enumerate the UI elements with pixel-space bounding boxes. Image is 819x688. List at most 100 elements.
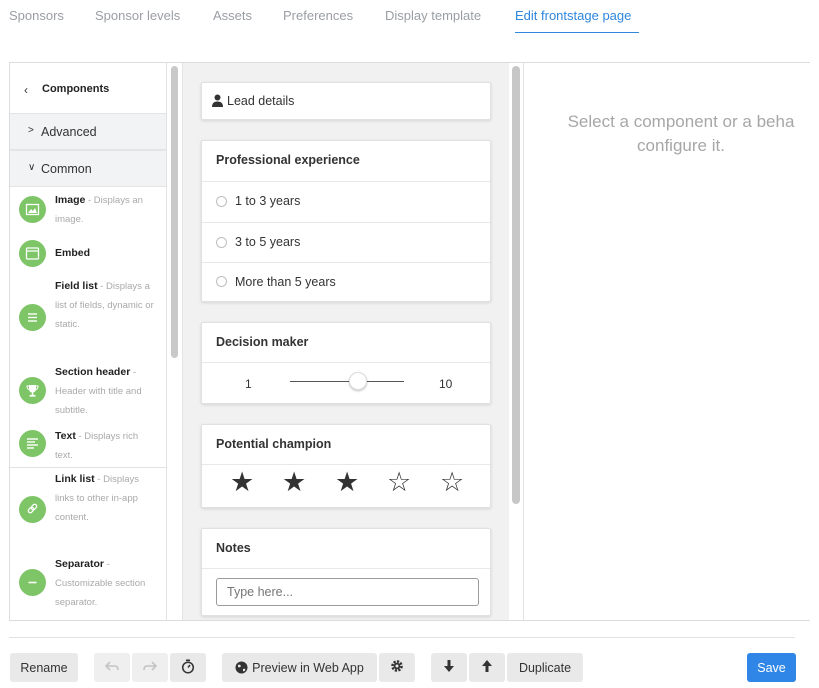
decision-maker-card[interactable]: Decision maker 1 10	[201, 322, 491, 404]
component-name: Separator	[55, 558, 105, 570]
component-text[interactable]: Text - Displays rich text.	[10, 425, 166, 465]
tab-edit-frontstage-page[interactable]: Edit frontstage page	[515, 8, 631, 23]
card-divider	[202, 464, 490, 465]
component-name: Text	[55, 430, 76, 442]
stopwatch-icon	[181, 659, 195, 677]
radio-label: 3 to 5 years	[235, 235, 301, 249]
chevron-right-icon: >	[28, 125, 34, 136]
redo-icon	[143, 660, 158, 675]
window-icon	[19, 240, 46, 267]
text-lines-icon	[19, 430, 46, 457]
undo-icon	[104, 660, 119, 675]
component-section-header[interactable]: Section header - Header with title and s…	[10, 361, 166, 421]
message-line-1: Select a component or a beha	[567, 112, 795, 131]
notes-title: Notes	[216, 541, 251, 555]
section-advanced[interactable]: > Advanced	[10, 113, 166, 150]
active-tab-indicator	[515, 32, 639, 33]
settings-button[interactable]	[379, 653, 415, 682]
lead-details-card[interactable]: Lead details	[201, 82, 491, 120]
save-button[interactable]: Save	[747, 653, 796, 682]
slider-thumb[interactable]	[349, 372, 368, 390]
slider-max-label: 10	[439, 377, 453, 391]
component-embed[interactable]: Embed	[10, 237, 166, 273]
chevron-left-icon: ‹	[24, 83, 28, 97]
components-back-button[interactable]: ‹ Components	[10, 63, 166, 113]
user-icon	[212, 94, 223, 112]
undo-button[interactable]	[94, 653, 130, 682]
star-empty-icon[interactable]: ☆	[387, 469, 411, 496]
radio-label: More than 5 years	[235, 275, 336, 289]
component-name: Link list	[55, 473, 95, 485]
lead-details-label: Lead details	[227, 94, 295, 108]
section-common-label: Common	[41, 162, 92, 176]
card-divider	[202, 362, 490, 363]
tab-sponsors[interactable]: Sponsors	[9, 8, 64, 23]
components-sidebar: ‹ Components > Advanced ∨ Common Image -…	[10, 63, 167, 620]
component-name: Section header	[55, 366, 131, 378]
move-down-button[interactable]	[431, 653, 467, 682]
redo-button[interactable]	[132, 653, 168, 682]
component-field-list[interactable]: Field list - Displays a list of fields, …	[10, 277, 166, 355]
slider-track	[290, 381, 404, 382]
message-line-2: configure it.	[637, 136, 725, 155]
component-name: Field list	[55, 280, 98, 292]
slider-min-label: 1	[245, 377, 252, 391]
tab-bar: Sponsors Sponsor levels Assets Preferenc…	[0, 0, 819, 34]
arrow-up-icon	[482, 660, 492, 675]
component-separator[interactable]: Separator - Customizable section separat…	[10, 553, 166, 613]
gear-icon	[390, 659, 404, 676]
radio-label: 1 to 3 years	[235, 194, 301, 208]
history-button[interactable]	[170, 653, 206, 682]
tab-preferences[interactable]: Preferences	[283, 8, 353, 23]
star-filled-icon[interactable]: ★	[282, 469, 306, 496]
component-image[interactable]: Image - Displays an image.	[10, 189, 166, 229]
decision-maker-title: Decision maker	[216, 335, 309, 349]
preview-label: Preview in Web App	[252, 660, 364, 675]
page-canvas: Lead details Professional experience 1 t…	[182, 63, 509, 620]
panel-divider	[523, 63, 524, 620]
move-up-button[interactable]	[469, 653, 505, 682]
image-icon	[19, 196, 46, 223]
chevron-down-icon: ∨	[28, 162, 36, 173]
potential-champion-title: Potential champion	[216, 437, 332, 451]
tab-display-template[interactable]: Display template	[385, 8, 481, 23]
duplicate-button[interactable]: Duplicate	[507, 653, 583, 682]
radio-3-to-5-years[interactable]	[216, 237, 227, 248]
component-link-list[interactable]: Link list - Displays links to other in-a…	[10, 470, 166, 548]
minus-icon	[19, 569, 46, 596]
professional-experience-card[interactable]: Professional experience 1 to 3 years 3 t…	[201, 140, 491, 302]
globe-icon	[235, 661, 248, 674]
components-title: Components	[42, 83, 110, 95]
card-divider	[202, 181, 490, 182]
potential-champion-card[interactable]: Potential champion ★ ★ ★ ☆ ☆	[201, 424, 491, 508]
preview-web-app-button[interactable]: Preview in Web App	[222, 653, 377, 682]
sidebar-divider	[10, 467, 166, 468]
decision-maker-slider[interactable]	[290, 372, 404, 392]
card-divider	[202, 222, 490, 223]
canvas-scrollbar[interactable]	[512, 66, 520, 504]
section-common[interactable]: ∨ Common	[10, 150, 166, 187]
link-icon	[19, 496, 46, 523]
star-filled-icon[interactable]: ★	[230, 469, 254, 496]
card-divider	[202, 568, 490, 569]
radio-1-to-3-years[interactable]	[216, 196, 227, 207]
empty-selection-message: Select a component or a beha configure i…	[546, 110, 816, 158]
notes-card[interactable]: Notes	[201, 528, 491, 616]
star-filled-icon[interactable]: ★	[335, 469, 359, 496]
radio-more-than-5-years[interactable]	[216, 276, 227, 287]
footer-divider	[9, 637, 795, 638]
card-divider	[202, 262, 490, 263]
star-empty-icon[interactable]: ☆	[440, 469, 464, 496]
tab-sponsor-levels[interactable]: Sponsor levels	[95, 8, 180, 23]
trophy-icon	[19, 377, 46, 404]
sidebar-scrollbar[interactable]	[171, 66, 178, 358]
arrow-down-icon	[444, 660, 454, 675]
professional-experience-title: Professional experience	[216, 153, 360, 167]
section-advanced-label: Advanced	[41, 125, 97, 139]
component-name: Image	[55, 194, 86, 206]
list-icon	[19, 304, 46, 331]
notes-input[interactable]	[216, 578, 479, 606]
tab-assets[interactable]: Assets	[213, 8, 252, 23]
rename-button[interactable]: Rename	[10, 653, 78, 682]
component-name: Embed	[55, 247, 91, 259]
